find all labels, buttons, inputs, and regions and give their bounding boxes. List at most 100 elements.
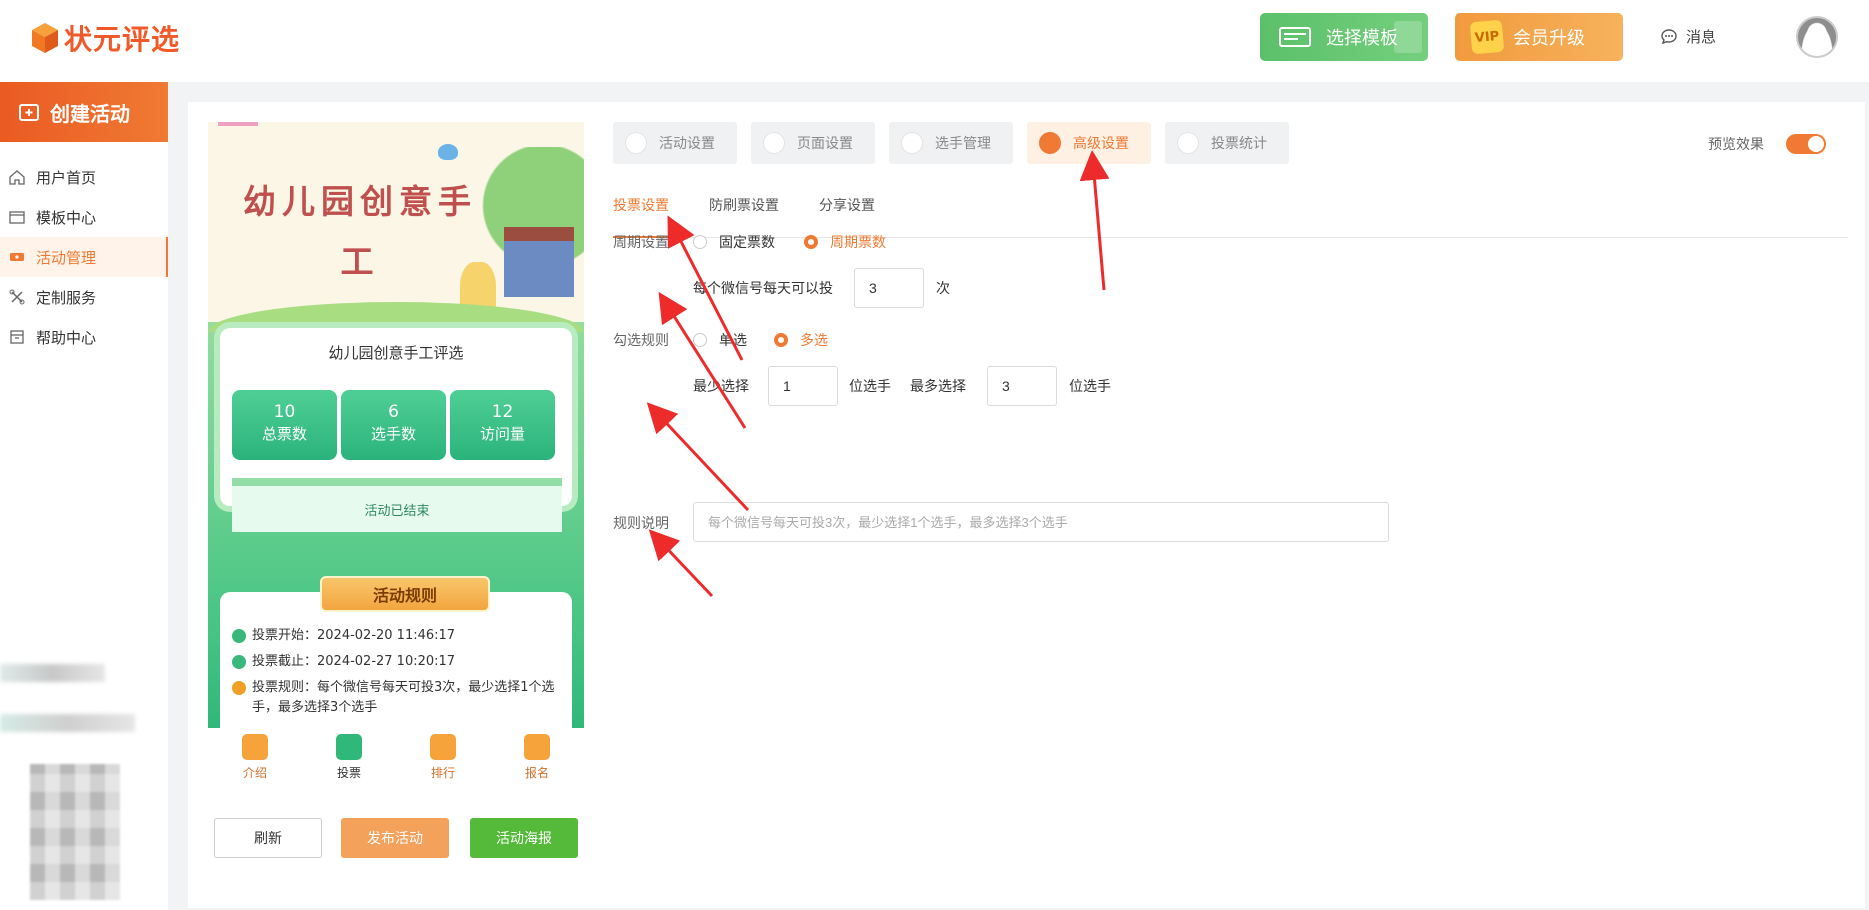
max-select-input[interactable] [987, 366, 1057, 406]
preview-title-line1: 幼儿园创意手工 [243, 182, 477, 281]
top-header: 状元评选 选择模板 VIP 会员升级 消息 [0, 0, 1869, 82]
advanced-icon [1039, 132, 1061, 154]
stat-total-votes: 10 总票数 [232, 390, 337, 460]
rules-card: 活动规则 投票开始：2024-02-20 11:46:17 投票截止：2024-… [220, 576, 572, 728]
folder-icon [9, 211, 25, 224]
activity-ended-status: 活动已结束 [232, 478, 562, 532]
settings-tabs: 活动设置 页面设置 选手管理 高级设置 投票统计 [613, 122, 1289, 164]
radio-circle [693, 235, 707, 249]
messages-link[interactable]: 消息 [1660, 26, 1716, 47]
blurred-qr-code [30, 764, 120, 900]
tab-contestant-manage[interactable]: 选手管理 [889, 122, 1013, 164]
ticket-icon [10, 253, 24, 261]
chat-bubble-icon [1661, 28, 1677, 44]
tab-vote-stats[interactable]: 投票统计 [1165, 122, 1289, 164]
select-template-label: 选择模板 [1326, 28, 1398, 49]
messages-label: 消息 [1686, 28, 1717, 46]
create-activity-button[interactable]: 创建活动 [0, 82, 168, 142]
phone-tab-label: 介绍 [242, 766, 267, 780]
tab-page-settings[interactable]: 页面设置 [751, 122, 875, 164]
sidebar-item-label: 定制服务 [36, 288, 97, 307]
phone-preview: 幼儿园创意手工 评选 幼儿园创意手工评选 10 总票数 6 选手数 12 访问量 [208, 122, 584, 728]
activity-poster-button[interactable]: 活动海报 [470, 818, 578, 858]
stats-card: 幼儿园创意手工评选 10 总票数 6 选手数 12 访问量 活动已结束 [220, 328, 572, 532]
stat-label: 选手数 [370, 425, 416, 443]
tab-advanced-settings[interactable]: 高级设置 [1027, 122, 1151, 164]
vip-badge-icon: VIP [1469, 19, 1505, 55]
home-icon [9, 170, 25, 185]
sidebar-item-templates[interactable]: 模板中心 [0, 197, 168, 237]
logo-text: 状元评选 [64, 23, 181, 56]
plus-box-icon [19, 104, 39, 121]
tab-label: 页面设置 [797, 136, 853, 152]
phone-tab-vote[interactable]: 投票 [319, 728, 379, 788]
template-deco [1394, 21, 1422, 53]
sidebar-item-custom-service[interactable]: 定制服务 [0, 277, 168, 317]
settings-icon [625, 132, 647, 154]
select-template-button[interactable]: 选择模板 [1260, 13, 1428, 61]
min-select-input[interactable] [768, 366, 838, 406]
select-rule-label: 勾选规则 [613, 333, 669, 349]
sidebar-item-label: 活动管理 [36, 248, 97, 267]
phone-tab-label: 投票 [336, 766, 361, 780]
radio-label: 多选 [800, 333, 828, 349]
clock-icon [232, 655, 246, 669]
tab-label: 投票统计 [1211, 136, 1267, 152]
daily-votes-unit: 次 [936, 281, 950, 297]
ballot-box-icon [336, 734, 362, 760]
sidebar: 创建活动 用户首页 模板中心 活动管理 定制服务 帮助中心 [0, 82, 168, 910]
stat-label: 访问量 [479, 425, 525, 443]
max-select-unit: 位选手 [1069, 379, 1111, 395]
rule-desc-input[interactable] [693, 502, 1389, 542]
stat-number: 10 [273, 402, 296, 422]
radio-single[interactable]: 单选 [693, 330, 747, 350]
page-icon [763, 132, 785, 154]
rule-desc-label: 规则说明 [613, 516, 669, 532]
stat-label: 总票数 [261, 425, 307, 443]
template-icon [1279, 27, 1311, 47]
sidebar-item-help[interactable]: 帮助中心 [0, 317, 168, 357]
stats-icon [1177, 132, 1199, 154]
refresh-button[interactable]: 刷新 [214, 818, 322, 858]
cube-logo-icon [32, 23, 58, 53]
radio-circle [774, 333, 788, 347]
daily-votes-input[interactable] [854, 268, 924, 308]
publish-activity-button[interactable]: 发布活动 [341, 818, 449, 858]
sidebar-item-home[interactable]: 用户首页 [0, 157, 168, 197]
max-select-label: 最多选择 [910, 379, 966, 395]
rule-vote-rule: 投票规则：每个微信号每天可投3次，最少选择1个选手，最多选择3个选手 [232, 678, 562, 718]
phone-tab-intro[interactable]: 介绍 [225, 728, 285, 788]
sidebar-item-label: 帮助中心 [36, 328, 97, 347]
phone-tab-ranking[interactable]: 排行 [413, 728, 473, 788]
preview-switch[interactable] [1786, 134, 1826, 154]
user-avatar[interactable] [1796, 16, 1838, 58]
main-panel: 幼儿园创意手工 评选 幼儿园创意手工评选 10 总票数 6 选手数 12 访问量 [188, 102, 1865, 908]
document-icon [242, 734, 268, 760]
users-icon [901, 132, 923, 154]
tab-label: 高级设置 [1073, 136, 1129, 152]
treehouse-decoration [504, 227, 574, 297]
period-settings-label: 周期设置 [613, 235, 669, 251]
phone-tab-signup[interactable]: 报名 [507, 728, 567, 788]
rule-vote-end: 投票截止：2024-02-27 10:20:17 [232, 652, 562, 672]
tab-activity-settings[interactable]: 活动设置 [613, 122, 737, 164]
min-select-unit: 位选手 [849, 379, 891, 395]
rule-text: 投票截止：2024-02-27 10:20:17 [252, 654, 456, 669]
preview-effect-label: 预览效果 [1708, 137, 1764, 153]
radio-period-votes[interactable]: 周期票数 [804, 232, 886, 252]
sub-tabs: 投票设置 防刷票设置 分享设置 [613, 194, 1848, 238]
sidebar-nav: 用户首页 模板中心 活动管理 定制服务 帮助中心 [0, 157, 168, 357]
sidebar-item-label: 用户首页 [36, 168, 97, 187]
radio-label: 固定票数 [719, 235, 775, 251]
stat-contestants: 6 选手数 [341, 390, 446, 460]
sidebar-item-activity-manage[interactable]: 活动管理 [0, 237, 168, 277]
radio-circle [804, 235, 818, 249]
radio-multi[interactable]: 多选 [774, 330, 828, 350]
phone-tab-label: 排行 [430, 766, 455, 780]
vip-upgrade-button[interactable]: VIP 会员升级 [1455, 13, 1623, 61]
phone-bottom-tabs: 介绍 投票 排行 报名 [208, 728, 584, 788]
sidebar-item-label: 模板中心 [36, 208, 97, 227]
logo[interactable]: 状元评选 [30, 18, 180, 58]
radio-fixed-votes[interactable]: 固定票数 [693, 232, 775, 252]
rules-banner: 活动规则 [320, 576, 490, 612]
